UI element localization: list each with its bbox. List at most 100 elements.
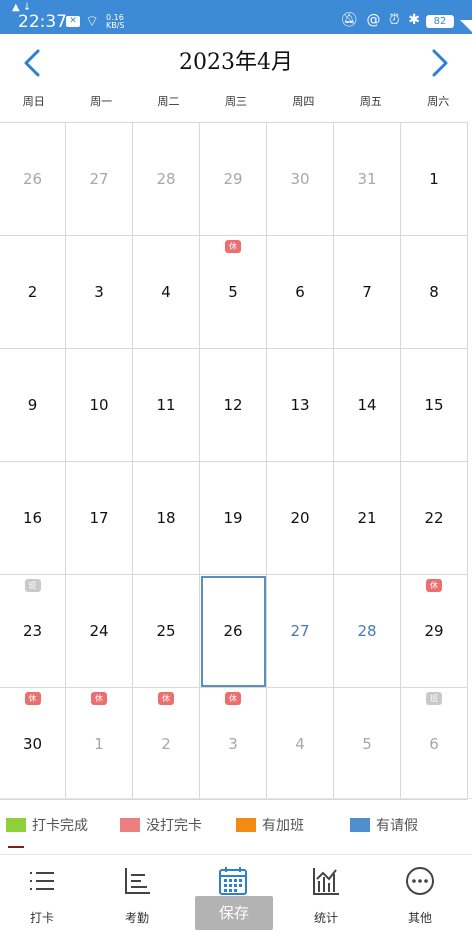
day-number: 1 [94,734,104,753]
calendar-day[interactable]: 22 [401,462,468,575]
calendar-day[interactable]: 2 [0,236,66,349]
calendar-day[interactable]: 27 [267,575,334,688]
calendar-day[interactable]: 休3 [200,688,267,800]
more-icon [406,867,434,895]
weekday-fri: 周五 [359,95,382,108]
calendar-day[interactable]: 班6 [401,688,468,800]
calendar-day[interactable]: 9 [0,349,66,462]
calendar-day[interactable]: 24 [66,575,133,688]
day-number: 5 [362,734,372,753]
day-number: 19 [223,509,243,527]
calendar-day[interactable]: 12 [200,349,267,462]
weekday-sat: 周六 [427,95,450,108]
calendar-day[interactable]: 班 23 [0,575,66,688]
battery-indicator: 82 [426,15,454,28]
calendar-day[interactable]: 7 [334,236,401,349]
weekday-mon: 周一 [90,95,113,108]
day-number: 6 [429,734,439,753]
calendar-day[interactable]: 4 [267,688,334,800]
legend-label: 没打完卡 [146,818,202,834]
status-time: 22:37 [18,12,67,32]
next-month-button[interactable] [428,48,452,78]
day-number: 7 [362,283,372,301]
calendar-day[interactable]: 29 [200,123,267,236]
day-number: 2 [27,283,38,301]
calendar-day[interactable]: 13 [267,349,334,462]
calendar-day[interactable]: 休5 [200,236,267,349]
calendar-day[interactable]: 15 [401,349,468,462]
day-number: 14 [357,396,377,414]
day-number: 21 [357,509,377,527]
holiday-badge: 休 [24,692,41,705]
nav-label: 打卡 [29,911,54,925]
day-number: 17 [89,509,109,527]
calendar-day[interactable]: 27 [66,123,133,236]
legend-swatch [6,818,26,832]
day-number: 18 [156,509,176,527]
day-number: 30 [290,170,310,188]
day-number: 8 [429,283,439,301]
day-number: 20 [290,509,310,527]
calendar-day[interactable]: 31 [334,123,401,236]
day-number: 9 [27,396,38,414]
calendar-day[interactable]: 14 [334,349,401,462]
at-icon: @ [366,12,383,28]
calendar-day[interactable]: 21 [334,462,401,575]
calendar-day[interactable]: 20 [267,462,334,575]
day-number: 27 [89,170,109,188]
workday-badge: 班 [24,579,41,592]
calendar-grid: 26 27 28 29 30 31 1 2 3 4 休 5 6 7 8 9 10 11 12 13 14 15 16 17 18… [0,122,468,800]
attendance-icon [125,868,150,894]
nav-more[interactable]: 其他 [380,865,460,926]
calendar-day[interactable]: 19 [200,462,267,575]
calendar-day[interactable]: 26 [0,123,66,236]
calendar-day[interactable]: 25 [133,575,200,688]
day-number: 23 [22,622,43,640]
calendar-day[interactable]: 6 [267,236,334,349]
day-number: 5 [228,283,238,301]
holiday-badge: 休 [158,692,174,705]
calendar-day[interactable]: 4 [133,236,200,349]
day-number: 15 [424,396,444,414]
day-number: 29 [424,622,444,640]
day-number: 11 [156,396,176,414]
calendar-day-selected[interactable]: 26 [200,575,267,688]
nav-attendance[interactable]: 考勤 [97,865,177,926]
weekday-tue: 周二 [157,95,180,108]
day-number: 28 [357,622,377,640]
network-speed-unit: KB/S [106,21,125,30]
calendar-day[interactable]: 3 [66,236,133,349]
day-number: 30 [22,734,43,753]
day-number: 26 [22,170,43,188]
legend-item-incomplete: 没打完卡 [120,815,202,835]
calendar-day[interactable]: 1 [401,123,468,236]
nav-statistics[interactable]: 统计 [286,865,366,926]
holiday-badge: 休 [426,579,442,592]
calendar-day[interactable]: 28 [133,123,200,236]
day-number: 4 [295,734,305,753]
calendar-day[interactable]: 10 [66,349,133,462]
weekday-sun: 周日 [22,95,45,108]
calendar-day[interactable]: 休2 [133,688,200,800]
calendar-day[interactable]: 休1 [66,688,133,800]
weekday-row: 周日 周一 周二 周三 周四 周五 周六 [0,90,472,122]
calendar-day[interactable]: 休 30 [0,688,66,800]
calendar-day[interactable]: 30 [267,123,334,236]
calendar-day[interactable]: 休 29 [401,575,468,688]
holiday-badge: 休 [91,692,107,705]
legend-label: 有加班 [262,818,304,834]
calendar-day[interactable]: 16 [0,462,66,575]
calendar-day[interactable]: 17 [66,462,133,575]
calendar-day[interactable]: 8 [401,236,468,349]
calendar-day[interactable]: 28 [334,575,401,688]
save-button[interactable]: 保存 [195,896,273,930]
legend: 打卡完成 没打完卡 有加班 有请假 [0,798,472,854]
calendar-day[interactable]: 11 [133,349,200,462]
calendar-day[interactable]: 18 [133,462,200,575]
nav-label: 考勤 [124,911,149,925]
nav-clock-in[interactable]: 打卡 [2,865,82,926]
notification-x-icon: ✕ [66,16,80,27]
legend-underline [8,846,24,848]
legend-swatch [236,818,256,832]
calendar-day[interactable]: 5 [334,688,401,800]
